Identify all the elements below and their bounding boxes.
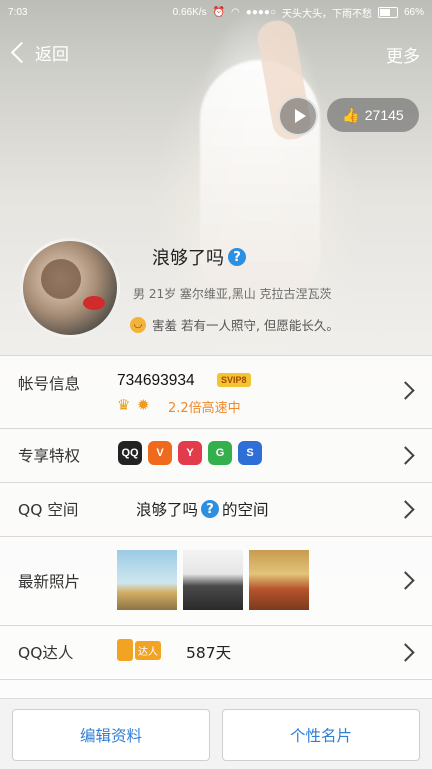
back-button[interactable]: 返回 [10,40,69,65]
chevron-right-icon [396,571,415,590]
status-bar: 7:03 0.66K/s ⏰ ◠ ●●●●○ 天头大头，下雨不愁 66% [0,0,432,24]
business-card-button[interactable]: 个性名片 [222,709,420,761]
qzone-label: QQ 空间 [18,501,79,519]
profile-list: 帐号信息 734693934 SVIP8 ♛ ✹ 2.2倍高速中 专享特权 QQ… [0,355,432,724]
chevron-right-icon [396,381,415,400]
chevron-right-icon [396,643,415,662]
qzone-name-prefix: 浪够了吗 [136,501,199,519]
network-speed: 0.66K/s [172,6,207,18]
yellow-diamond-icon: Y [178,441,202,465]
alarm-icon: ⏰ [212,6,226,18]
bottom-bar: 编辑资料 个性名片 [0,698,432,769]
qzone-name-suffix: 的空间 [222,501,269,519]
carrier-name: 天头大头，下雨不愁 [281,8,372,20]
account-number: 734693934 [117,372,195,389]
photo-thumbnail[interactable] [249,550,309,610]
avatar-face [41,259,81,299]
battery-percent: 66% [403,6,424,18]
list-item-privileges[interactable]: 专享特权 QQ V Y G S [0,428,432,482]
chevron-right-icon [396,446,415,465]
list-item-qzone[interactable]: QQ 空间 浪够了吗 ? 的空间 [0,482,432,536]
signature-text: 害羞 若有一人照守, 但愿能长久。 [152,318,339,333]
privilege-badges: QQ V Y G S [118,441,262,465]
qq-penguin-icon: QQ [118,441,142,465]
more-button[interactable]: 更多 [386,42,420,67]
photo-thumbnails [117,550,309,610]
nav-bar: 返回 更多 [0,38,432,70]
avatar[interactable] [20,238,120,338]
wifi-icon: ◠ [231,6,240,18]
shy-smiley-icon: ◡ [130,316,146,333]
photos-label: 最新照片 [18,573,81,591]
photo-thumbnail[interactable] [117,550,177,610]
profile-info: 男 21岁 塞尔维亚,黑山 克拉古涅瓦茨 [133,287,332,301]
crown-icon: ♛ [117,396,131,414]
svip-badge: SVIP8 [217,373,251,387]
like-button[interactable]: 👍 27145 [327,98,419,132]
qzone-name: 浪够了吗 ? 的空间 [136,498,269,520]
star-badge-icon: S [238,441,262,465]
daren-badge: 达人 [117,639,161,661]
edit-profile-button[interactable]: 编辑资料 [12,709,210,761]
play-voice-button[interactable] [278,96,318,136]
daren-label: QQ达人 [18,644,74,662]
signature: ◡ 害羞 若有一人照守, 但愿能长久。 [130,315,339,334]
list-item-daren[interactable]: QQ达人 达人 587天 [0,625,432,679]
account-label: 帐号信息 [18,375,81,393]
list-item-photos[interactable]: 最新照片 [0,536,432,625]
list-item-account[interactable]: 帐号信息 734693934 SVIP8 ♛ ✹ 2.2倍高速中 [0,355,432,428]
question-mark-icon: ? [201,500,220,518]
play-icon [294,109,306,123]
signal-icon: ●●●●○ [245,6,276,18]
chevron-left-icon [10,41,33,64]
like-count: 27145 [364,107,404,123]
nickname-text: 浪够了吗 [152,248,224,269]
status-time: 7:03 [8,6,28,18]
daren-days: 587天 [186,644,232,662]
privileges-label: 专享特权 [18,447,81,465]
thumbs-up-icon: 👍 [342,106,360,123]
daren-tag: 达人 [135,640,161,660]
sun-icon: ✹ [137,396,150,414]
battery-icon [377,6,398,18]
back-label: 返回 [35,45,69,65]
green-diamond-icon: G [208,441,232,465]
speed-text: 2.2倍高速中 [168,401,241,416]
nickname: 浪够了吗 ? [152,244,246,270]
chevron-right-icon [396,500,415,519]
vip-badge-icon: V [148,441,172,465]
phone-icon [117,639,133,661]
question-mark-icon: ? [228,248,246,266]
avatar-lips [83,296,105,310]
status-right: 0.66K/s ⏰ ◠ ●●●●○ 天头大头，下雨不愁 66% [173,5,424,20]
photo-thumbnail[interactable] [183,550,243,610]
